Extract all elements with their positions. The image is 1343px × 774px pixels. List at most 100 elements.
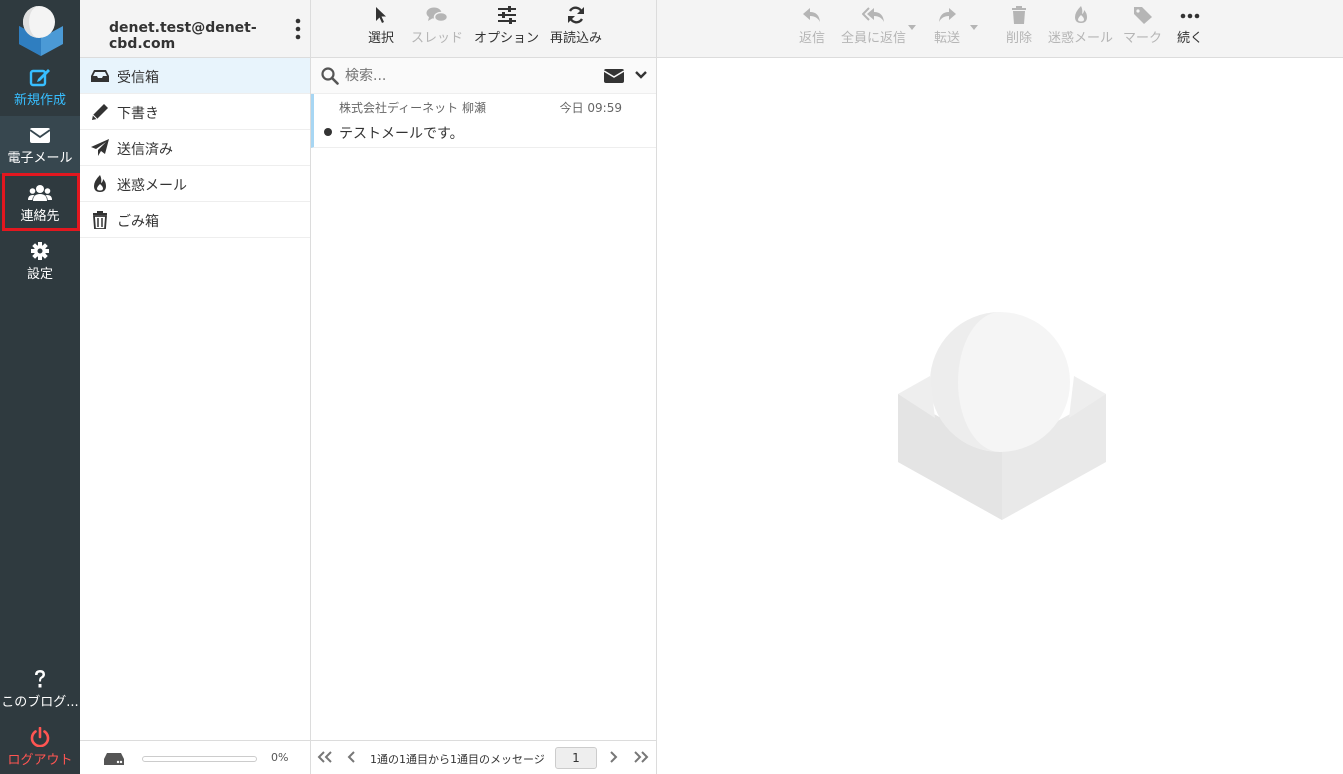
quota-percent: 0% (271, 751, 289, 764)
message-date: 今日 09:59 (559, 101, 622, 115)
forward-button[interactable]: 転送 (934, 6, 960, 46)
next-page-icon[interactable] (608, 751, 618, 763)
forward-label: 転送 (934, 31, 961, 46)
reply-all-icon (861, 7, 884, 22)
account-email: denet.test@denet-cbd.com (109, 20, 257, 52)
envelope-filter-icon[interactable] (604, 69, 624, 83)
nav-settings[interactable]: 設定 (0, 232, 80, 290)
nav-mail[interactable]: 電子メール (0, 116, 80, 174)
thread-label: スレッド (411, 31, 464, 46)
select-button[interactable]: 選択 (368, 6, 394, 46)
comments-icon (426, 7, 448, 23)
quota-bar (142, 756, 257, 762)
nav-settings-label: 設定 (26, 267, 53, 282)
folder-label: 送信済み (117, 142, 173, 158)
message-toolbar: 返信 全員に返信 転送 削除 迷惑メール マーク 続く (657, 0, 1343, 58)
question-icon (35, 670, 45, 688)
prev-page-icon[interactable] (347, 751, 357, 763)
nav-logout[interactable]: ログアウト (0, 718, 80, 774)
forward-dropdown-icon[interactable] (970, 25, 978, 31)
nav-compose-label: 新規作成 (13, 93, 66, 108)
options-label: オプション (474, 31, 540, 46)
fire-icon (1074, 6, 1087, 23)
sliders-icon (497, 6, 516, 24)
hard-drive-icon (104, 753, 124, 765)
list-toolbar: 選択 スレッド オプション 再読込み (311, 0, 656, 58)
nav-mail-label: 電子メール (7, 151, 73, 166)
first-page-icon[interactable] (317, 751, 333, 763)
reply-all-label: 全員に返信 (841, 31, 907, 46)
refresh-icon (568, 6, 584, 24)
pencil-icon (92, 104, 108, 120)
folder-pane: denet.test@denet-cbd.com 受信箱 下書き 送信済み 迷惑… (80, 0, 311, 774)
users-icon (28, 185, 52, 201)
mark-button[interactable]: マーク (1123, 6, 1162, 46)
refresh-label: 再読込み (550, 31, 603, 46)
folder-label: ごみ箱 (117, 214, 159, 230)
roundcube-logo[interactable] (15, 4, 67, 56)
junk-button[interactable]: 迷惑メール (1048, 6, 1113, 46)
folder-drafts[interactable]: 下書き (80, 94, 310, 130)
select-label: 選択 (368, 31, 395, 46)
power-icon (30, 727, 50, 747)
nav-help[interactable]: このブログ... (0, 660, 80, 718)
search-bar (311, 58, 656, 94)
search-icon[interactable] (321, 67, 339, 85)
edit-icon (29, 69, 50, 87)
options-button[interactable]: オプション (474, 6, 539, 46)
nav-compose[interactable]: 新規作成 (0, 58, 80, 116)
more-label: 続く (1177, 31, 1204, 46)
reply-button[interactable]: 返信 (799, 6, 825, 46)
webmail-app: 新規作成 電子メール 連絡先 設定 このブログ... ログアウト denet.t… (0, 0, 1343, 774)
forward-icon (939, 8, 956, 22)
main-nav: 新規作成 電子メール 連絡先 設定 このブログ... ログアウト (0, 0, 80, 774)
roundcube-watermark-logo (898, 312, 1106, 520)
page-number-input[interactable]: 1 (555, 747, 597, 769)
folder-header: denet.test@denet-cbd.com (80, 0, 310, 58)
last-page-icon[interactable] (633, 751, 649, 763)
thread-button[interactable]: スレッド (411, 6, 463, 46)
refresh-button[interactable]: 再読込み (550, 6, 602, 46)
inbox-icon (91, 70, 109, 82)
more-button[interactable]: 続く (1177, 6, 1203, 46)
folder-label: 受信箱 (117, 70, 159, 86)
search-input[interactable] (345, 66, 585, 86)
delete-label: 削除 (1006, 31, 1033, 46)
mark-label: マーク (1123, 31, 1163, 46)
unread-dot-icon (324, 128, 332, 136)
nav-contacts-label: 連絡先 (20, 209, 60, 224)
fire-icon (94, 175, 106, 192)
cursor-icon (376, 7, 386, 23)
reply-all-dropdown-icon[interactable] (908, 25, 916, 31)
delete-button[interactable]: 削除 (1006, 6, 1032, 46)
reply-label: 返信 (799, 31, 826, 46)
folder-label: 下書き (117, 106, 159, 122)
junk-label: 迷惑メール (1048, 31, 1114, 46)
trash-icon (93, 211, 107, 229)
kebab-menu-icon[interactable] (294, 18, 302, 40)
reading-pane: 返信 全員に返信 転送 削除 迷惑メール マーク 続く (657, 0, 1343, 774)
gear-icon (31, 242, 49, 260)
chevron-down-icon[interactable] (635, 70, 647, 80)
nav-contacts[interactable]: 連絡先 (0, 174, 80, 232)
message-row[interactable]: 株式会社ディーネット 柳瀬 今日 09:59 テストメールです。 (311, 94, 656, 148)
pagination-bar: 1通の1通目から1通目のメッセージ 1 (311, 740, 657, 774)
reply-icon (803, 8, 820, 22)
folder-inbox[interactable]: 受信箱 (80, 58, 310, 94)
nav-help-label: このブログ... (1, 695, 79, 710)
ellipsis-icon (1180, 13, 1200, 19)
folder-trash[interactable]: ごみ箱 (80, 202, 310, 238)
envelope-icon (29, 128, 51, 143)
folder-junk[interactable]: 迷惑メール (80, 166, 310, 202)
folder-label: 迷惑メール (117, 178, 187, 194)
message-subject: テストメールです。 (339, 126, 464, 142)
message-from: 株式会社ディーネット 柳瀬 (339, 101, 486, 115)
nav-logout-label: ログアウト (7, 753, 73, 768)
reply-all-button[interactable]: 全員に返信 (841, 6, 906, 46)
trash-icon (1012, 6, 1026, 24)
message-list-pane: 選択 スレッド オプション 再読込み 検索... 株式会社ディーネット 柳瀬 今… (311, 0, 657, 774)
folder-sent[interactable]: 送信済み (80, 130, 310, 166)
pagination-text: 1通の1通目から1通目のメッセージ (370, 753, 545, 766)
paper-plane-icon (91, 139, 109, 156)
quota-footer: 0% (80, 740, 310, 774)
